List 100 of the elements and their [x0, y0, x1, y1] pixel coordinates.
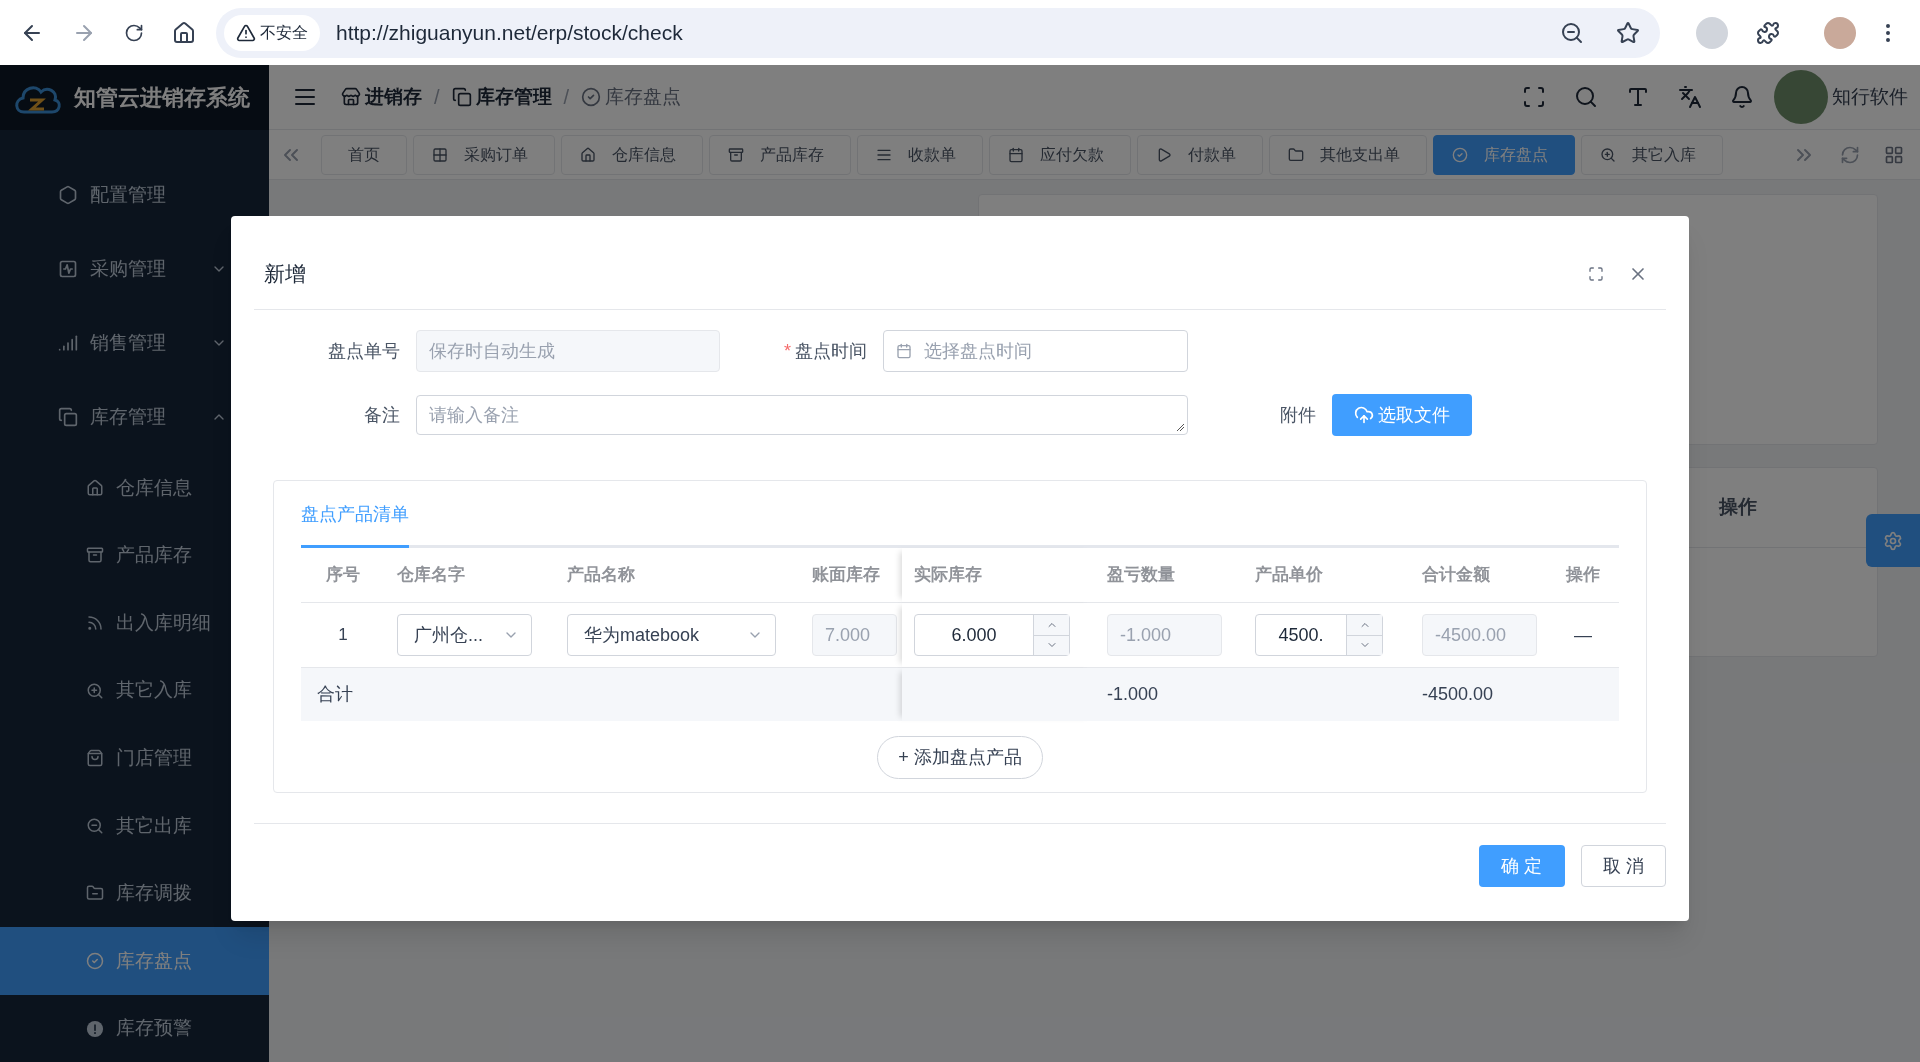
breadcrumb-separator: / [434, 85, 440, 110]
page-tab[interactable]: 库存盘点 [1433, 134, 1575, 175]
calendar-icon [896, 343, 912, 359]
zoom-icon[interactable] [1560, 20, 1584, 45]
total-value: -4500.00 [1422, 683, 1494, 706]
add-product-button[interactable]: + 添加盘点产品 [877, 736, 1043, 779]
menu-item-icon [86, 681, 104, 700]
sidebar-item[interactable]: 库存管理 [0, 380, 269, 454]
star-icon[interactable] [1616, 20, 1640, 45]
tab-icon [1288, 146, 1304, 163]
sidebar-subitem[interactable]: 库存盘点 [0, 927, 269, 995]
menu-item-icon [86, 951, 104, 970]
tab-icon [728, 146, 744, 163]
column-header: 序号 [326, 564, 360, 587]
column-header: 盈亏数量 [1107, 564, 1175, 587]
page-tab[interactable]: 收款单 [857, 134, 983, 175]
user-name[interactable]: 知行软件 [1832, 82, 1908, 112]
tab-icon [1600, 146, 1616, 163]
list-tab[interactable]: 盘点产品清单 [301, 484, 409, 548]
menu-item-icon [86, 749, 104, 768]
page-tab[interactable]: 仓库信息 [561, 134, 703, 175]
column-header: 合计金额 [1422, 564, 1490, 587]
security-chip[interactable]: 不安全 [224, 14, 320, 51]
cancel-button[interactable]: 取 消 [1581, 845, 1666, 887]
page-tab[interactable]: 应付欠款 [989, 134, 1131, 175]
menu-item-icon [58, 407, 78, 427]
page-tab[interactable]: 其它入库 [1581, 134, 1723, 175]
sidebar-subitem[interactable]: 库存调拨 [0, 859, 269, 928]
page-tab[interactable]: 付款单 [1137, 134, 1263, 175]
resize-handle-icon [1176, 423, 1185, 432]
sidebar-item[interactable]: 配置管理 [0, 158, 269, 232]
breadcrumb-item: 库存盘点 [581, 82, 682, 112]
menu-item-icon [86, 614, 104, 632]
page-tab[interactable]: 首页 [321, 134, 407, 175]
date-picker-field[interactable]: 选择盘点时间 [883, 330, 1188, 372]
maximize-icon[interactable] [1588, 265, 1604, 282]
column-header: 操作 [1719, 495, 1757, 520]
sidebar-subitem[interactable]: 门店管理 [0, 724, 269, 792]
sidebar-subitem[interactable]: 其它出库 [0, 791, 269, 860]
sidebar-subitem[interactable]: 其它入库 [0, 656, 269, 725]
bell-icon[interactable] [1730, 85, 1754, 109]
page-tab[interactable]: 产品库存 [709, 134, 851, 175]
translate-icon[interactable] [1678, 85, 1702, 109]
breadcrumb-item[interactable]: 库存管理 [451, 82, 552, 112]
page-tab[interactable]: 采购订单 [413, 134, 555, 175]
breadcrumb-item[interactable]: 进销存 [341, 82, 422, 112]
font-size-icon[interactable] [1626, 85, 1650, 109]
menu-item-icon [86, 816, 104, 835]
total-value: -1.000 [1107, 683, 1159, 706]
warning-icon [236, 22, 256, 43]
user-avatar[interactable] [1774, 70, 1828, 124]
menu-item-icon [86, 546, 104, 565]
select-field[interactable]: 华为matebook [567, 614, 776, 656]
column-header: 操作 [1566, 564, 1600, 587]
page-tab[interactable]: 其他支出单 [1269, 134, 1427, 175]
sidebar-subitem[interactable]: 仓库信息 [0, 454, 269, 522]
field-label: 附件 [1279, 403, 1317, 427]
tab-icon [1008, 146, 1024, 163]
sidebar-subitem[interactable]: 产品库存 [0, 521, 269, 590]
sidebar-item[interactable]: 销售管理 [0, 306, 269, 380]
menu-item-icon [86, 1019, 104, 1038]
tab-icon [1156, 146, 1172, 163]
breadcrumb-icon [451, 87, 472, 107]
menu-item-icon [58, 259, 78, 279]
order-number-field: 保存时自动生成 [416, 330, 720, 372]
field-label: 备注 [363, 403, 401, 427]
field-label: 盘点时间 [795, 339, 867, 363]
upload-button[interactable]: 选取文件 [1332, 394, 1472, 436]
extensions-icon[interactable] [1756, 20, 1780, 45]
search-icon[interactable] [1574, 85, 1598, 109]
home-icon[interactable] [172, 20, 196, 45]
menu-item-icon [86, 884, 104, 903]
breadcrumb-icon [341, 87, 361, 107]
sidebar-subitem[interactable]: 出入库明细 [0, 589, 269, 657]
note-textarea[interactable]: 请输入备注 [416, 395, 1188, 435]
column-header: 账面库存 [812, 564, 880, 587]
fullscreen-icon[interactable] [1522, 85, 1546, 109]
tab-icon [1452, 146, 1468, 163]
menu-item-icon [58, 333, 78, 353]
column-header: 实际库存 [914, 564, 982, 587]
tab-icon [432, 146, 448, 163]
confirm-button[interactable]: 确 定 [1479, 845, 1565, 887]
menu-item-icon [86, 478, 104, 497]
breadcrumb-separator: / [563, 85, 570, 110]
column-header: 产品名称 [567, 564, 635, 587]
table-cell-text: 1 [338, 624, 348, 647]
upload-icon [1354, 405, 1374, 425]
sidebar-subitem[interactable]: 库存预警 [0, 994, 269, 1062]
address-bar[interactable]: 不安全 http://zhiguanyun.net/erp/stock/check [216, 7, 1660, 58]
breadcrumb-icon [581, 87, 602, 107]
reload-icon[interactable] [124, 22, 144, 43]
app-logo-text: 知管云进销存系统 [74, 84, 250, 112]
grid-icon[interactable] [1884, 144, 1904, 165]
url-text: http://zhiguanyun.net/erp/stock/check [336, 19, 684, 46]
required-asterisk: * [784, 339, 791, 363]
settings-icon [1883, 530, 1903, 551]
readonly-field: -4500.00 [1422, 614, 1537, 656]
tab-icon [580, 146, 596, 163]
dialog-title: 新增 [264, 260, 307, 287]
select-field[interactable]: 广州仓... [397, 614, 532, 656]
